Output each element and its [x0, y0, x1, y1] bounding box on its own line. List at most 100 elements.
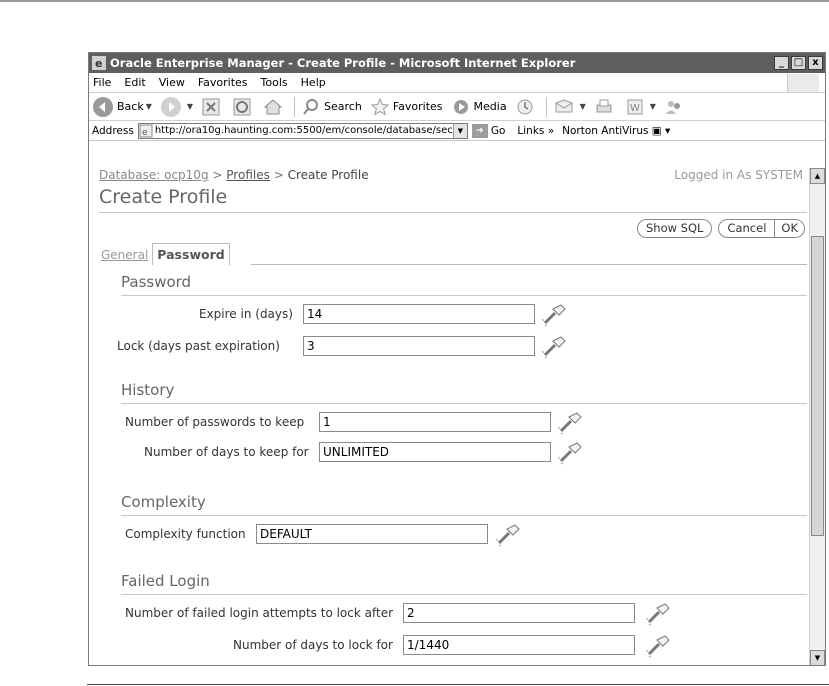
page-title: Create Profile — [99, 186, 228, 208]
print-icon — [596, 99, 612, 112]
links-button[interactable]: Links » — [517, 125, 554, 137]
complexity-function-input[interactable] — [256, 524, 488, 544]
mail-button[interactable]: ▼ — [553, 97, 586, 117]
tab-divider — [251, 264, 807, 265]
menu-bar: File Edit View Favorites Tools Help — [89, 73, 825, 93]
flashlight-icon[interactable] — [541, 303, 569, 327]
back-button[interactable]: Back ▼ — [92, 96, 152, 118]
menu-help[interactable]: Help — [301, 76, 326, 89]
mail-icon — [555, 98, 573, 112]
flashlight-icon[interactable] — [557, 441, 585, 465]
messenger-button[interactable] — [664, 97, 687, 117]
failed-attempts-label: Number of failed login attempts to lock … — [125, 606, 394, 620]
show-sql-button[interactable]: Show SQL — [636, 219, 713, 238]
forward-button[interactable]: ▼ — [160, 96, 193, 118]
cancel-button[interactable]: Cancel — [718, 219, 776, 238]
norton-label: Norton AntiVirus — [562, 124, 649, 137]
minimize-button[interactable]: _ — [774, 56, 789, 70]
maximize-button[interactable]: □ — [791, 56, 806, 70]
lock-days-input[interactable] — [303, 336, 535, 356]
address-url: http://ora10g.haunting.com:5500/em/conso… — [154, 125, 453, 136]
section-divider — [121, 403, 807, 404]
tab-password[interactable]: Password — [152, 243, 230, 265]
breadcrumb-separator: > — [273, 168, 284, 182]
search-label: Search — [324, 100, 362, 113]
menu-favorites[interactable]: Favorites — [198, 76, 248, 89]
flashlight-icon[interactable] — [645, 602, 673, 626]
breadcrumb-profiles-link[interactable]: Profiles — [226, 168, 270, 182]
logged-in-status: Logged in As SYSTEM — [674, 168, 803, 182]
media-button[interactable]: Media — [451, 97, 507, 117]
title-divider — [99, 212, 807, 213]
search-button[interactable]: Search — [301, 97, 362, 117]
links-label: Links — [517, 124, 545, 137]
days-to-lock-input[interactable] — [403, 635, 635, 655]
history-button[interactable] — [515, 97, 538, 117]
vertical-scrollbar[interactable]: ▲ ▼ — [809, 168, 825, 665]
scroll-up-icon[interactable]: ▲ — [810, 168, 825, 184]
top-divider — [0, 0, 829, 2]
back-label: Back — [117, 100, 144, 113]
action-buttons: Show SQL Cancel OK — [631, 219, 805, 238]
expire-days-input[interactable] — [303, 304, 535, 324]
history-icon — [517, 99, 533, 114]
ie-icon: e — [92, 56, 106, 70]
favorites-button[interactable]: Favorites — [370, 97, 443, 117]
expire-label: Expire in (days) — [199, 307, 293, 321]
tab-strip: General Password — [99, 243, 230, 265]
menu-file[interactable]: File — [93, 76, 111, 89]
home-icon — [263, 98, 283, 114]
word-edit-button[interactable]: W ▼ — [625, 97, 656, 117]
home-button[interactable] — [263, 97, 286, 117]
go-arrow-icon: ➔ — [471, 123, 488, 138]
days-to-keep-input[interactable] — [319, 442, 551, 462]
passwords-to-keep-input[interactable] — [319, 412, 551, 432]
flashlight-icon[interactable] — [645, 634, 673, 658]
browser-window: e Oracle Enterprise Manager - Create Pro… — [88, 52, 826, 666]
menu-view[interactable]: View — [159, 76, 185, 89]
favorites-star-icon — [370, 97, 390, 116]
menu-tools[interactable]: Tools — [261, 76, 288, 89]
menu-edit[interactable]: Edit — [124, 76, 145, 89]
close-button[interactable]: x — [808, 56, 823, 70]
media-label: Media — [473, 100, 507, 113]
toolbar-separator — [545, 96, 547, 117]
breadcrumb-current: Create Profile — [287, 168, 369, 182]
scroll-thumb[interactable] — [811, 236, 824, 536]
tab-general[interactable]: General — [99, 245, 150, 265]
word-icon: W — [627, 99, 643, 114]
print-button[interactable] — [594, 97, 617, 117]
flashlight-icon[interactable] — [495, 523, 523, 547]
stop-icon — [202, 98, 220, 115]
flashlight-icon[interactable] — [541, 335, 569, 359]
forward-arrow-icon — [160, 96, 181, 117]
complexity-function-label: Complexity function — [125, 527, 246, 541]
ok-button[interactable]: OK — [775, 219, 805, 238]
flashlight-icon[interactable] — [557, 411, 585, 435]
breadcrumb-database-link[interactable]: Database: ocp10g — [99, 168, 209, 182]
svg-text:e: e — [95, 57, 102, 70]
days-to-keep-label: Number of days to keep for — [144, 445, 309, 459]
favorites-label: Favorites — [392, 100, 443, 113]
media-icon — [453, 99, 468, 114]
section-divider — [121, 295, 807, 296]
go-label: Go — [490, 124, 506, 137]
search-icon — [303, 98, 319, 115]
toolbar: Back ▼ ▼ Search Favorites Media ▼ W ▼ — [89, 93, 825, 121]
address-label: Address — [92, 124, 134, 137]
page-icon: e — [139, 124, 153, 138]
window-title: Oracle Enterprise Manager - Create Profi… — [110, 56, 576, 70]
messenger-icon — [665, 100, 680, 114]
refresh-button[interactable] — [232, 97, 255, 117]
norton-antivirus-button[interactable]: Norton AntiVirus ▣ ▾ — [562, 125, 670, 137]
section-title-failed-login: Failed Login — [121, 572, 210, 590]
stop-button[interactable] — [201, 97, 224, 117]
title-bar: e Oracle Enterprise Manager - Create Pro… — [89, 53, 825, 73]
breadcrumb: Database: ocp10g > Profiles > Create Pro… — [99, 168, 369, 182]
go-button[interactable]: ➔ Go — [471, 123, 506, 138]
failed-attempts-input[interactable] — [403, 603, 635, 623]
address-input[interactable]: e http://ora10g.haunting.com:5500/em/con… — [137, 122, 468, 139]
scroll-down-icon[interactable]: ▼ — [810, 650, 825, 665]
refresh-icon — [233, 98, 251, 115]
address-dropdown-icon[interactable]: ▼ — [452, 123, 467, 138]
